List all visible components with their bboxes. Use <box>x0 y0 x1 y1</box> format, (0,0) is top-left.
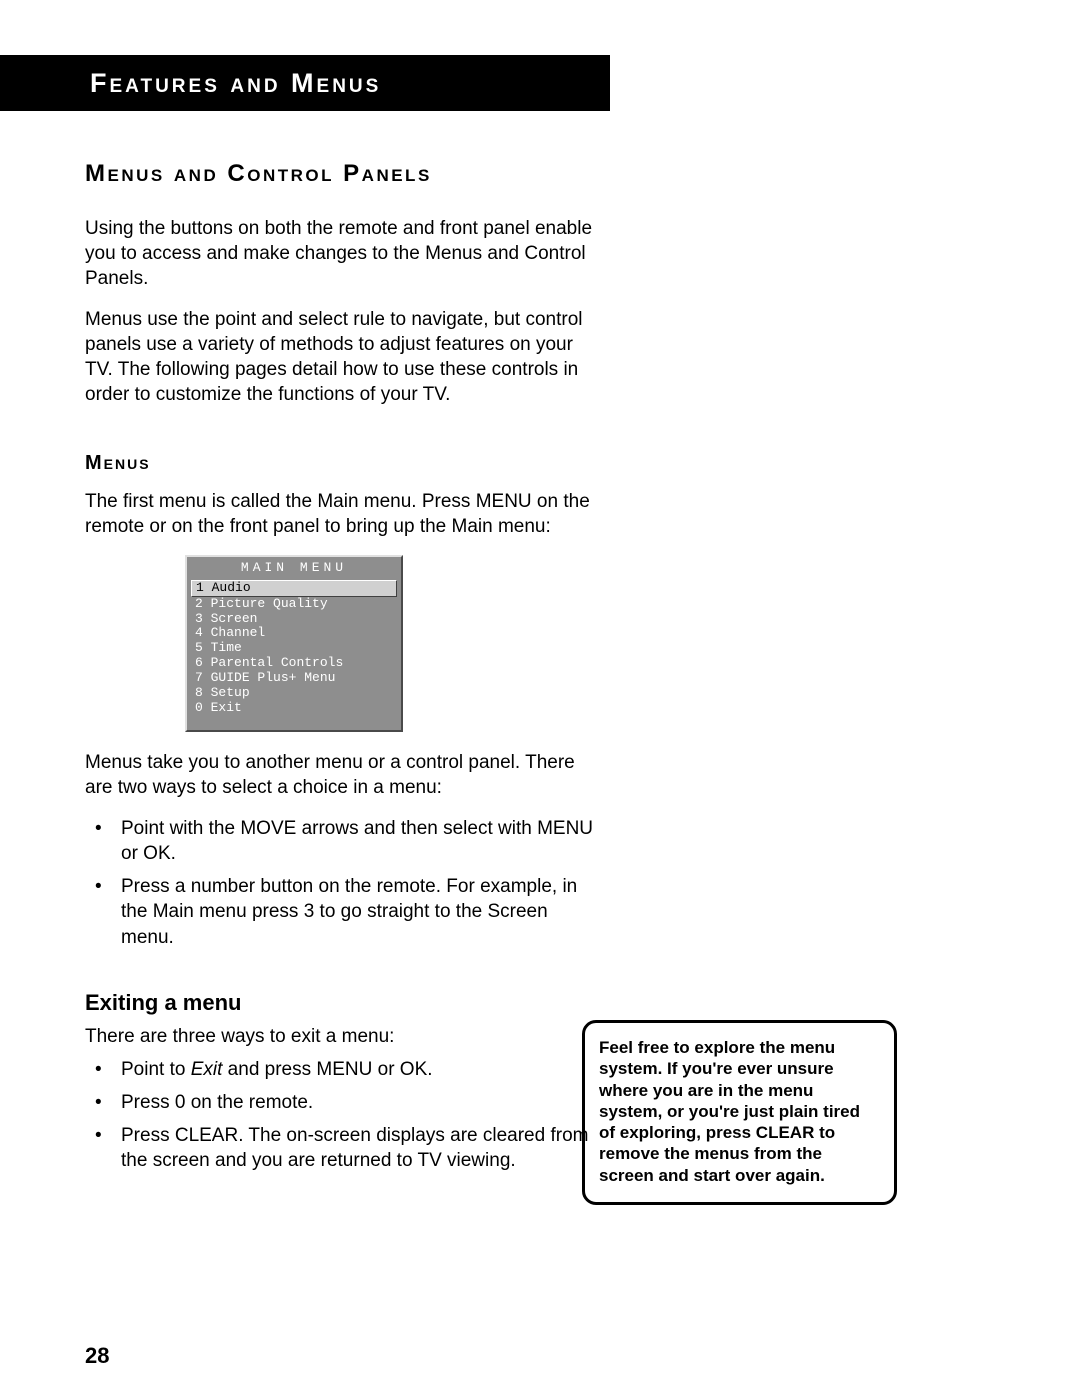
subsection-heading: Menus <box>85 452 910 475</box>
list-item: Press CLEAR. The on-screen displays are … <box>85 1123 605 1173</box>
menu-row-num: 0 <box>195 700 203 715</box>
menu-row-num: 7 <box>195 670 203 685</box>
paragraph: Menus take you to another menu or a cont… <box>85 750 605 800</box>
menu-row: 5 Time <box>187 641 401 656</box>
menu-row-label: Exit <box>211 700 242 715</box>
menu-row-num: 8 <box>195 685 203 700</box>
menu-row-label: Picture Quality <box>211 596 328 611</box>
menu-row-label: Time <box>211 640 242 655</box>
paragraph: Using the buttons on both the remote and… <box>85 216 605 291</box>
menu-row: 4 Channel <box>187 626 401 641</box>
menu-row: 2 Picture Quality <box>187 597 401 612</box>
paragraph: There are three ways to exit a menu: <box>85 1024 605 1049</box>
menu-row: 8 Setup <box>187 686 401 701</box>
menu-row-label: Channel <box>211 625 266 640</box>
menu-row-num: 3 <box>195 611 203 626</box>
list-item: Press 0 on the remote. <box>85 1090 605 1115</box>
text: Point to <box>121 1059 191 1080</box>
section-heading: Menus and Control Panels <box>85 160 910 188</box>
menu-row-label: Parental Controls <box>211 655 344 670</box>
text: and press MENU or OK. <box>222 1059 432 1080</box>
menu-row-num: 6 <box>195 655 203 670</box>
menu-row-label: Screen <box>211 611 258 626</box>
text-emphasis: Exit <box>191 1059 223 1080</box>
menu-row-num: 1 <box>196 580 204 595</box>
paragraph: Menus use the point and select rule to n… <box>85 307 605 407</box>
main-menu-figure: MAIN MENU 1 Audio 2 Picture Quality 3 Sc… <box>185 555 403 732</box>
bullet-list: Point with the MOVE arrows and then sele… <box>85 816 605 949</box>
chapter-banner: Features and Menus <box>0 55 610 111</box>
main-menu-title: MAIN MENU <box>187 561 401 576</box>
bullet-list: Point to Exit and press MENU or OK. Pres… <box>85 1057 605 1173</box>
menu-row-selected: 1 Audio <box>191 580 397 597</box>
menu-row-label: GUIDE Plus+ Menu <box>211 670 336 685</box>
menu-row-num: 4 <box>195 625 203 640</box>
list-item: Press a number button on the remote. For… <box>85 874 605 949</box>
menu-row-num: 5 <box>195 640 203 655</box>
menu-row: 3 Screen <box>187 612 401 627</box>
menu-row: 0 Exit <box>187 701 401 716</box>
menu-row: 6 Parental Controls <box>187 656 401 671</box>
list-item: Point with the MOVE arrows and then sele… <box>85 816 605 866</box>
menu-row-label: Audio <box>212 580 251 595</box>
page-number: 28 <box>85 1343 109 1369</box>
subheading: Exiting a menu <box>85 990 910 1016</box>
list-item: Point to Exit and press MENU or OK. <box>85 1057 605 1082</box>
tip-text: Feel free to explore the menu system. If… <box>599 1037 880 1186</box>
menu-row-label: Setup <box>211 685 250 700</box>
menu-row: 7 GUIDE Plus+ Menu <box>187 671 401 686</box>
tip-callout: Feel free to explore the menu system. If… <box>582 1020 897 1205</box>
menu-row-num: 2 <box>195 596 203 611</box>
paragraph: The first menu is called the Main menu. … <box>85 489 605 539</box>
